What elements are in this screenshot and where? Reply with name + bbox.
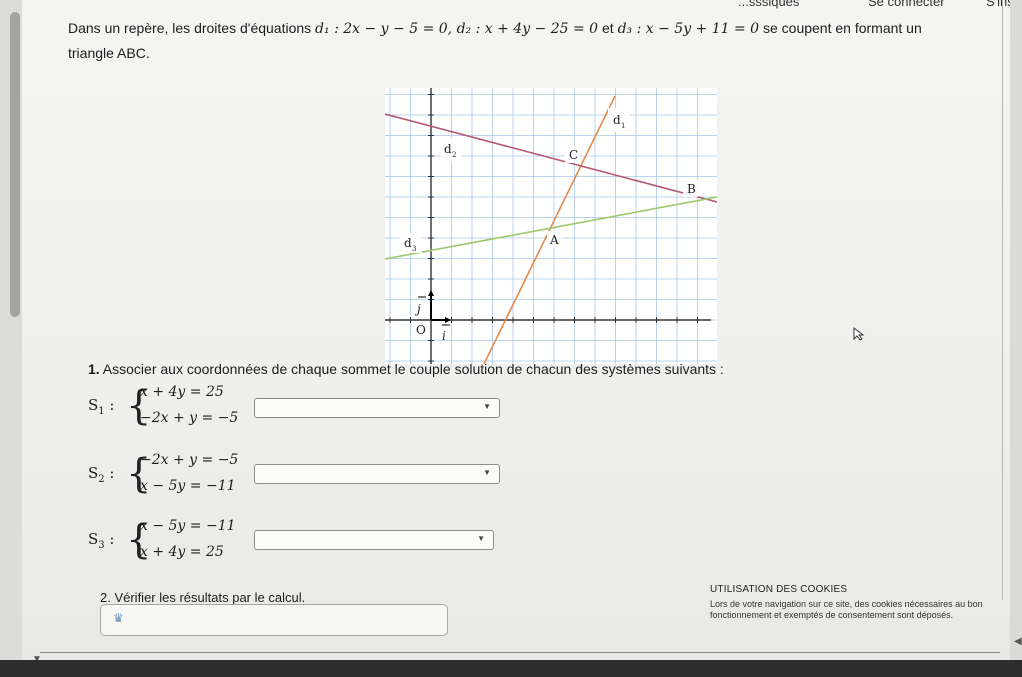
login-link[interactable]: Se connecter [868, 0, 945, 9]
question-1-number: 1. [88, 361, 100, 377]
answer-input-box[interactable]: ♛ [100, 604, 448, 636]
label-d2-sub: 2 [452, 151, 456, 159]
d3-symbol: d₃ [617, 21, 633, 37]
system-name: S1 : [88, 396, 115, 417]
unit-i-label: i [442, 329, 446, 343]
question-1-text: Associer aux coordonnées de chaque somme… [99, 361, 724, 377]
system-name: S2 : [88, 464, 115, 485]
d2-equation: : x + 4y − 25 = 0 [471, 21, 599, 37]
divider [40, 652, 1000, 653]
cookie-banner-title: UTILISATION DES COOKIES [710, 584, 848, 595]
point-a-label: A [549, 233, 559, 247]
left-scrollbar-thumb[interactable] [10, 12, 20, 317]
equation-bottom: x + 4y = 25 [140, 544, 224, 560]
label-d1-sub: 1 [621, 122, 625, 130]
question-1: 1. Associer aux coordonnées de chaque so… [88, 361, 724, 377]
crown-icon: ♛ [113, 611, 124, 625]
d3-equation: : x − 5y + 11 = 0 [632, 21, 760, 37]
answer-dropdown-s1[interactable]: ▼ [254, 398, 500, 418]
divider [1002, 0, 1003, 600]
system-name-letter: S [88, 464, 99, 482]
label-d3-sub: 3 [412, 245, 416, 253]
answer-dropdown-s3[interactable]: ▼ [254, 530, 494, 550]
label-d1: d [613, 113, 621, 127]
nav-link-classiques[interactable]: ...sssiques [738, 0, 799, 9]
exercise-page: ...sssiques Se connecter S'insc ▼ ◀ Dans… [0, 0, 1022, 677]
statement-text: et [598, 20, 618, 36]
point-b-label: B [687, 182, 696, 196]
label-d3: d [404, 236, 412, 250]
cookie-banner-text: Lors de votre navigation sur ce site, de… [710, 599, 983, 620]
answer-dropdown-s2[interactable]: ▼ [254, 464, 500, 484]
system-name-sub: 1 [98, 406, 105, 417]
system-name: S3 : [88, 530, 115, 551]
equation-bottom: x − 5y = −11 [140, 478, 236, 494]
statement-text: se coupent en formant un [759, 20, 922, 36]
equation-top: x − 5y = −11 [140, 518, 236, 534]
coordinate-graph: d 1 d 2 d 3 C B A O i j [385, 88, 717, 364]
statement-text: Dans un repère, les droites d'équations [68, 20, 316, 36]
bottom-taskbar [0, 660, 1022, 677]
question-2: 2. Vérifier les résultats par le calcul. [100, 590, 306, 605]
exercise-statement: Dans un repère, les droites d'équations … [68, 16, 998, 65]
system-name-sub: 3 [98, 540, 105, 551]
chevron-down-icon: ▼ [483, 402, 491, 411]
equation-bottom: −2x + y = −5 [140, 410, 239, 426]
system-name-letter: S [88, 530, 99, 548]
system-name-letter: S [88, 396, 99, 414]
chevron-down-icon: ▼ [477, 534, 485, 543]
origin-label: O [416, 323, 426, 337]
statement-text: triangle ABC. [68, 45, 150, 61]
top-navigation: ...sssiques Se connecter S'insc [738, 0, 1022, 10]
label-d2: d [444, 142, 452, 156]
equation-top: −2x + y = −5 [140, 452, 239, 468]
left-scrollbar[interactable] [0, 0, 22, 660]
system-name-sub: 2 [98, 474, 105, 485]
d1-symbol: d₁ [315, 21, 330, 37]
equation-top: x + 4y = 25 [140, 384, 224, 400]
d2-symbol: d₂ [456, 21, 472, 37]
chevron-down-icon: ▼ [483, 468, 491, 477]
mouse-cursor-icon [853, 327, 865, 341]
d1-equation: : 2x − y − 5 = 0, [329, 21, 457, 37]
scroll-arrow-icon[interactable]: ◀ [1014, 636, 1022, 647]
right-scrollbar[interactable] [1010, 0, 1022, 660]
point-c-label: C [569, 148, 578, 162]
